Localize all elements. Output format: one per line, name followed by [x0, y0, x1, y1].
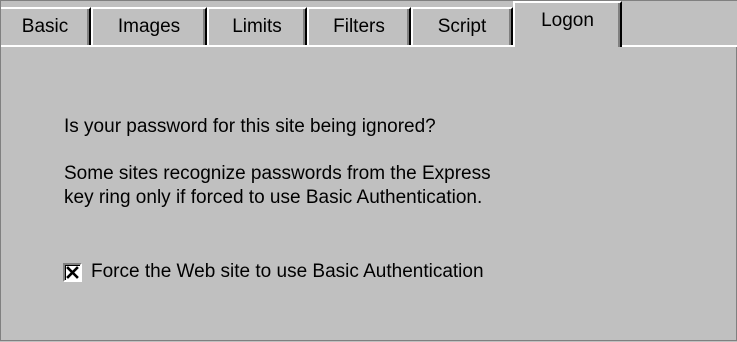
tab-strip: Basic Images Limits Filters Script Logon [1, 1, 737, 47]
tab-limits[interactable]: Limits [207, 7, 307, 45]
force-basic-auth-label: Force the Web site to use Basic Authenti… [91, 261, 484, 282]
explanation-line-2: key ring only if forced to use Basic Aut… [64, 187, 483, 208]
tab-images[interactable]: Images [91, 7, 207, 45]
force-basic-auth-option[interactable]: Force the Web site to use Basic Authenti… [63, 260, 484, 284]
checkmark-x-icon [66, 265, 79, 279]
tab-filters[interactable]: Filters [307, 7, 411, 45]
tab-script[interactable]: Script [411, 7, 513, 45]
force-basic-auth-checkbox[interactable] [63, 262, 82, 282]
logon-panel: Is your password for this site being ign… [1, 47, 737, 342]
explanation-line-1: Some sites recognize passwords from the … [64, 163, 491, 184]
tab-logon-label: Logon [541, 10, 594, 31]
password-ignored-question: Is your password for this site being ign… [64, 116, 436, 137]
tab-basic[interactable]: Basic [1, 7, 91, 45]
tab-images-label: Images [117, 16, 181, 37]
tab-filters-label: Filters [333, 16, 385, 37]
tab-basic-label: Basic [21, 16, 69, 37]
panel-top-edge [1, 45, 737, 47]
logon-settings-window: Basic Images Limits Filters Script Logon… [0, 0, 737, 341]
tab-logon[interactable]: Logon [513, 1, 622, 47]
tab-limits-label: Limits [232, 16, 282, 37]
tab-script-label: Script [437, 16, 487, 37]
